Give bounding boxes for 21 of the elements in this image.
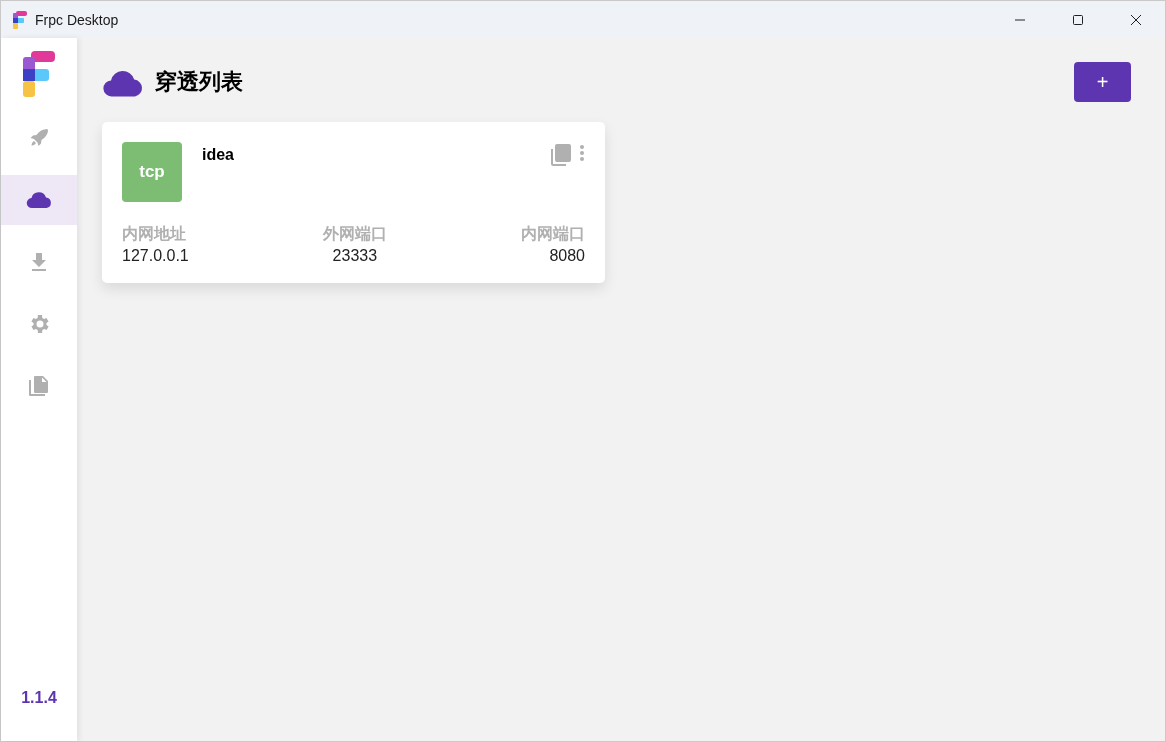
field-label: 内网端口 xyxy=(521,224,585,244)
app-logo-icon xyxy=(13,10,27,29)
add-button[interactable]: + xyxy=(1074,62,1131,102)
version-label: 1.1.4 xyxy=(21,689,57,707)
app-logo-icon xyxy=(23,51,55,97)
maximize-icon[interactable] xyxy=(1072,13,1084,26)
close-icon[interactable] xyxy=(1130,13,1142,26)
sidebar-item[interactable] xyxy=(1,175,77,225)
more-icon[interactable] xyxy=(579,144,585,162)
copy-icon[interactable] xyxy=(551,144,571,166)
documents-icon xyxy=(27,374,51,398)
page-title: 穿透列表 xyxy=(155,68,244,96)
window-title: Frpc Desktop xyxy=(35,11,120,28)
field-value: 8080 xyxy=(549,247,585,265)
field-value: 127.0.0.1 xyxy=(122,247,189,265)
type-badge: tcp xyxy=(122,142,182,202)
field-value: 23333 xyxy=(332,247,378,265)
field-label: 外网端口 xyxy=(322,224,387,244)
cloud-icon xyxy=(26,190,52,210)
field-label: 内网地址 xyxy=(122,224,186,244)
proxy-name: idea xyxy=(202,146,235,165)
